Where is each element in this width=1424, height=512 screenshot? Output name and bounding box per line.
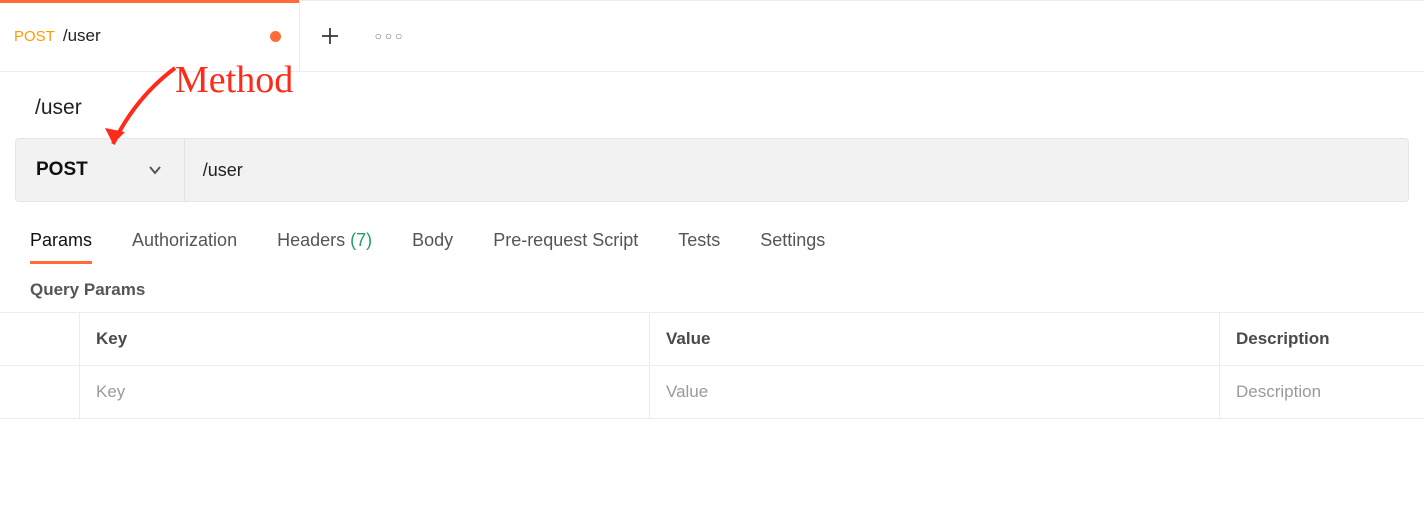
tab-title: /user bbox=[63, 26, 101, 46]
row-select-cell[interactable] bbox=[0, 366, 80, 418]
unsaved-dot-icon bbox=[270, 31, 281, 42]
key-input[interactable]: Key bbox=[80, 366, 650, 418]
tab-params[interactable]: Params bbox=[30, 230, 92, 264]
chevron-down-icon bbox=[148, 163, 162, 177]
tab-headers[interactable]: Headers (7) bbox=[277, 230, 372, 264]
query-params-table: Key Value Description Key Value Descript… bbox=[0, 312, 1424, 419]
tab-authorization[interactable]: Authorization bbox=[132, 230, 237, 264]
method-label: POST bbox=[36, 159, 88, 181]
tab-pre-request-script[interactable]: Pre-request Script bbox=[493, 230, 638, 264]
url-bar: POST /user bbox=[15, 138, 1409, 202]
more-horizontal-icon: ○○○ bbox=[375, 29, 406, 43]
request-title-row: /user Method bbox=[0, 72, 1424, 138]
tab-headers-count: (7) bbox=[350, 230, 372, 250]
tab-body[interactable]: Body bbox=[412, 230, 453, 264]
tab-tests[interactable]: Tests bbox=[678, 230, 720, 264]
table-header-key: Key bbox=[80, 313, 650, 365]
request-title[interactable]: /user bbox=[35, 96, 82, 119]
description-input[interactable]: Description bbox=[1220, 366, 1424, 418]
tab-headers-label: Headers bbox=[277, 230, 345, 250]
table-header-select bbox=[0, 313, 80, 365]
url-input[interactable]: /user bbox=[185, 139, 1408, 201]
tab-settings[interactable]: Settings bbox=[760, 230, 825, 264]
table-header-value: Value bbox=[650, 313, 1220, 365]
tab-request[interactable]: POST /user bbox=[0, 1, 300, 71]
tab-method-label: POST bbox=[14, 28, 55, 45]
table-row[interactable]: Key Value Description bbox=[0, 366, 1424, 419]
plus-icon bbox=[320, 26, 340, 46]
value-input[interactable]: Value bbox=[650, 366, 1220, 418]
table-header-description: Description bbox=[1220, 313, 1424, 365]
method-dropdown[interactable]: POST bbox=[16, 139, 185, 201]
tab-overflow-button[interactable]: ○○○ bbox=[360, 1, 420, 71]
request-tabs: Params Authorization Headers (7) Body Pr… bbox=[0, 202, 1424, 264]
table-header-row: Key Value Description bbox=[0, 313, 1424, 366]
tab-strip: POST /user ○○○ bbox=[0, 0, 1424, 72]
new-tab-button[interactable] bbox=[300, 1, 360, 71]
query-params-heading: Query Params bbox=[0, 264, 1424, 312]
